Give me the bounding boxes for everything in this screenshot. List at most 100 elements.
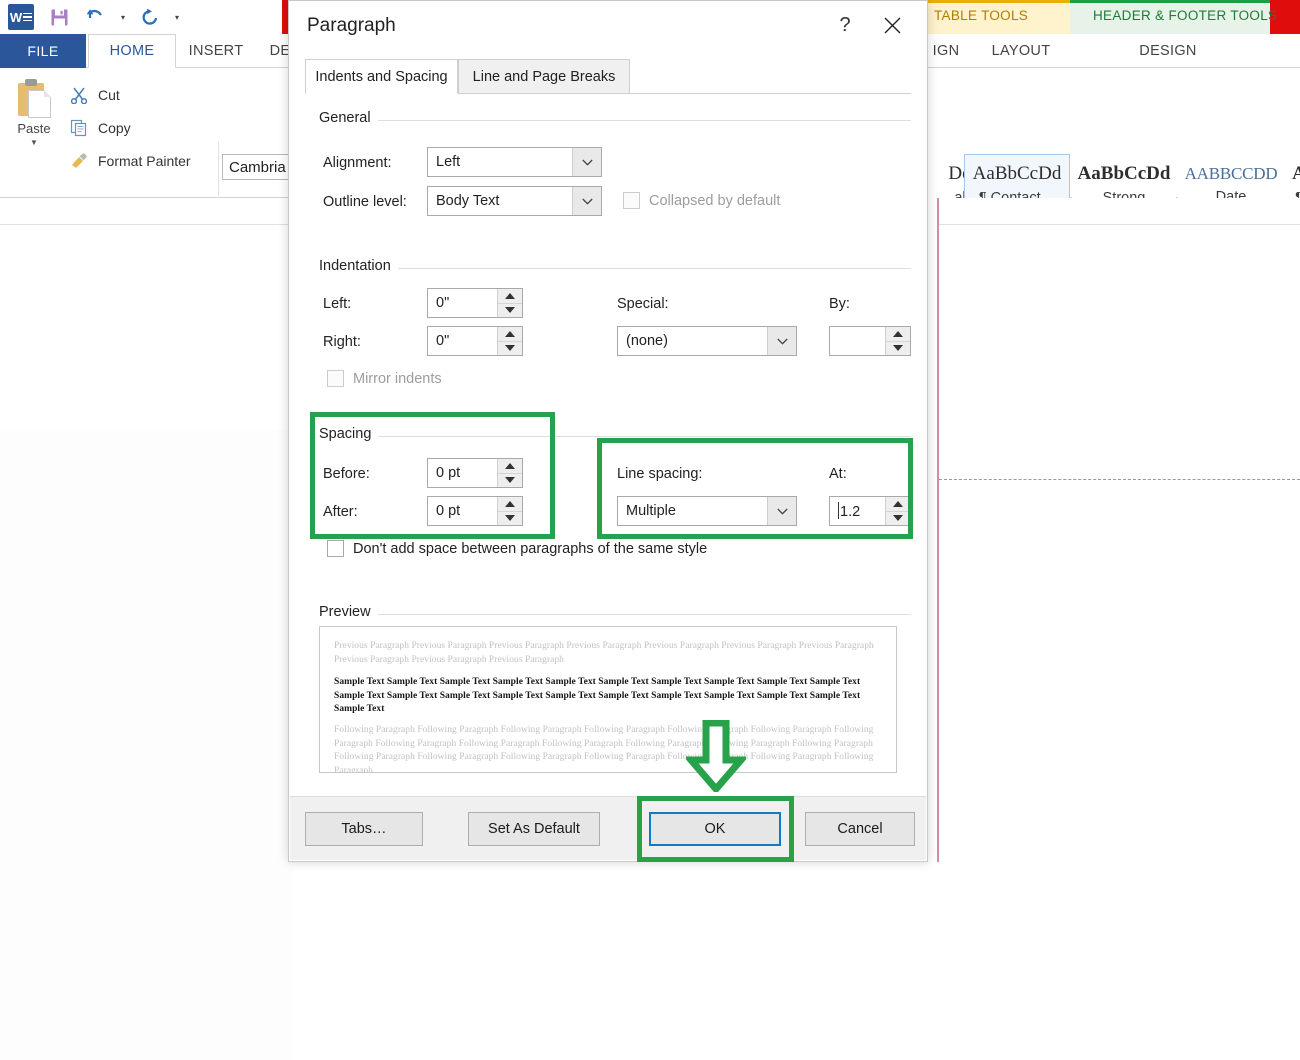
page-border-right <box>937 198 939 862</box>
chevron-down-icon[interactable] <box>767 327 796 355</box>
indents-and-spacing-panel: General Alignment: Left Outline level: B… <box>305 94 911 797</box>
collapsed-by-default-label: Collapsed by default <box>649 192 781 209</box>
checkbox-box[interactable] <box>623 192 640 209</box>
dialog-footer: Tabs… Set As Default OK Cancel <box>290 796 926 860</box>
at-label: At: <box>829 466 847 482</box>
alignment-dropdown[interactable]: Left <box>427 147 602 177</box>
quick-access-toolbar: W ▾ ▾ <box>0 0 179 34</box>
spacing-after-label: After: <box>323 504 358 520</box>
help-icon[interactable]: ? <box>831 11 859 39</box>
mirror-indents-label: Mirror indents <box>353 370 442 387</box>
chevron-down-icon[interactable] <box>572 187 601 215</box>
paste-button-label: Paste <box>17 121 51 136</box>
spinner-down-icon[interactable] <box>498 472 522 487</box>
special-dropdown[interactable]: (none) <box>617 326 797 356</box>
tab-indents-and-spacing[interactable]: Indents and Spacing <box>305 59 458 94</box>
spacing-after-value: 0 pt <box>436 503 461 519</box>
checkbox-box[interactable] <box>327 540 344 557</box>
dialog-tab-strip: Indents and Spacing Line and Page Breaks <box>305 59 911 94</box>
indent-right-spinner[interactable]: 0" <box>427 326 523 356</box>
spinner-down-icon[interactable] <box>498 302 522 317</box>
undo-dropdown-icon[interactable]: ▾ <box>121 13 125 22</box>
at-value: 1.2 <box>838 502 861 520</box>
spacing-before-spinner[interactable]: 0 pt <box>427 458 523 488</box>
tab-line-and-page-breaks[interactable]: Line and Page Breaks <box>458 59 630 94</box>
cancel-button[interactable]: Cancel <box>805 812 915 846</box>
collapsed-by-default-checkbox[interactable]: Collapsed by default <box>623 192 780 209</box>
paste-button[interactable]: Paste ▼ <box>8 76 60 180</box>
general-group-label: General <box>319 110 378 126</box>
spinner-up-icon[interactable] <box>886 327 910 341</box>
spinner-buttons[interactable] <box>497 289 522 317</box>
style-preview-text: AaBbCcDd <box>972 162 1062 184</box>
indent-right-label: Right: <box>323 334 361 350</box>
spinner-down-icon[interactable] <box>886 510 910 525</box>
cut-button[interactable]: Cut <box>68 78 218 111</box>
spinner-buttons[interactable] <box>885 327 910 355</box>
by-spinner[interactable] <box>829 326 911 356</box>
set-as-default-button[interactable]: Set As Default <box>468 812 600 846</box>
spinner-up-icon[interactable] <box>498 327 522 341</box>
preview-previous-paragraph: Previous Paragraph Previous Paragraph Pr… <box>334 641 874 665</box>
outline-level-dropdown[interactable]: Body Text <box>427 186 602 216</box>
spacing-before-value: 0 pt <box>436 465 461 481</box>
tabs-button[interactable]: Tabs… <box>305 812 423 846</box>
close-icon[interactable] <box>875 11 909 39</box>
dialog-title: Paragraph <box>307 15 396 36</box>
tab-home[interactable]: HOME <box>88 34 176 68</box>
mirror-indents-checkbox[interactable]: Mirror indents <box>327 370 442 387</box>
customize-quick-access-toolbar-icon[interactable]: ▾ <box>175 13 179 22</box>
tab-file[interactable]: FILE <box>0 34 86 68</box>
spinner-buttons[interactable] <box>497 459 522 487</box>
format-painter-button[interactable]: Format Painter <box>68 144 218 177</box>
spinner-up-icon[interactable] <box>498 289 522 303</box>
cancel-button-label: Cancel <box>837 821 883 837</box>
tab-header-footer-design[interactable]: DESIGN <box>1090 34 1246 68</box>
paste-dropdown-icon[interactable]: ▼ <box>30 139 38 147</box>
spinner-buttons[interactable] <box>885 497 910 525</box>
tab-insert[interactable]: INSERT <box>178 34 254 68</box>
paintbrush-icon <box>68 151 90 171</box>
dont-add-space-checkbox[interactable]: Don't add space between paragraphs of th… <box>327 540 707 557</box>
ok-button[interactable]: OK <box>649 812 781 846</box>
at-spinner[interactable]: 1.2 <box>829 496 911 526</box>
copy-button[interactable]: Copy <box>68 111 218 144</box>
tab-indents-and-spacing-label: Indents and Spacing <box>315 68 448 85</box>
redo-icon[interactable] <box>138 5 162 29</box>
tab-table-layout[interactable]: LAYOUT <box>978 34 1064 68</box>
spinner-up-icon[interactable] <box>498 497 522 511</box>
line-spacing-dropdown[interactable]: Multiple <box>617 496 797 526</box>
spinner-down-icon[interactable] <box>498 340 522 355</box>
preview-sample-text: Sample Text Sample Text Sample Text Samp… <box>334 677 861 715</box>
indentation-group-label: Indentation <box>319 258 398 274</box>
indent-left-spinner[interactable]: 0" <box>427 288 523 318</box>
indent-left-value: 0" <box>436 295 450 311</box>
spacing-before-label: Before: <box>323 466 370 482</box>
set-as-default-button-label: Set As Default <box>488 821 580 837</box>
document-top-rule-left <box>0 224 293 225</box>
cut-label: Cut <box>98 86 120 103</box>
spinner-down-icon[interactable] <box>886 340 910 355</box>
paragraph-preview-box: Previous Paragraph Previous Paragraph Pr… <box>319 626 897 773</box>
spinner-up-icon[interactable] <box>886 497 910 511</box>
spinner-buttons[interactable] <box>497 497 522 525</box>
indent-left-label: Left: <box>323 296 352 312</box>
format-painter-label: Format Painter <box>98 152 191 169</box>
style-preview-text: A <box>1292 162 1300 184</box>
special-label: Special: <box>617 296 669 312</box>
chevron-down-icon[interactable] <box>572 148 601 176</box>
chevron-down-icon[interactable] <box>767 497 796 525</box>
preview-group-rule <box>319 614 911 615</box>
spinner-down-icon[interactable] <box>498 510 522 525</box>
indentation-group-rule <box>319 268 911 269</box>
spinner-up-icon[interactable] <box>498 459 522 473</box>
checkbox-box[interactable] <box>327 370 344 387</box>
spacing-group-label: Spacing <box>319 426 379 442</box>
save-icon[interactable] <box>47 5 71 29</box>
spinner-buttons[interactable] <box>497 327 522 355</box>
alignment-label: Alignment: <box>323 155 392 171</box>
spacing-after-spinner[interactable]: 0 pt <box>427 496 523 526</box>
spacing-group-rule <box>319 436 911 437</box>
header-separator-dashed-line <box>939 479 1300 480</box>
undo-icon[interactable] <box>84 5 108 29</box>
